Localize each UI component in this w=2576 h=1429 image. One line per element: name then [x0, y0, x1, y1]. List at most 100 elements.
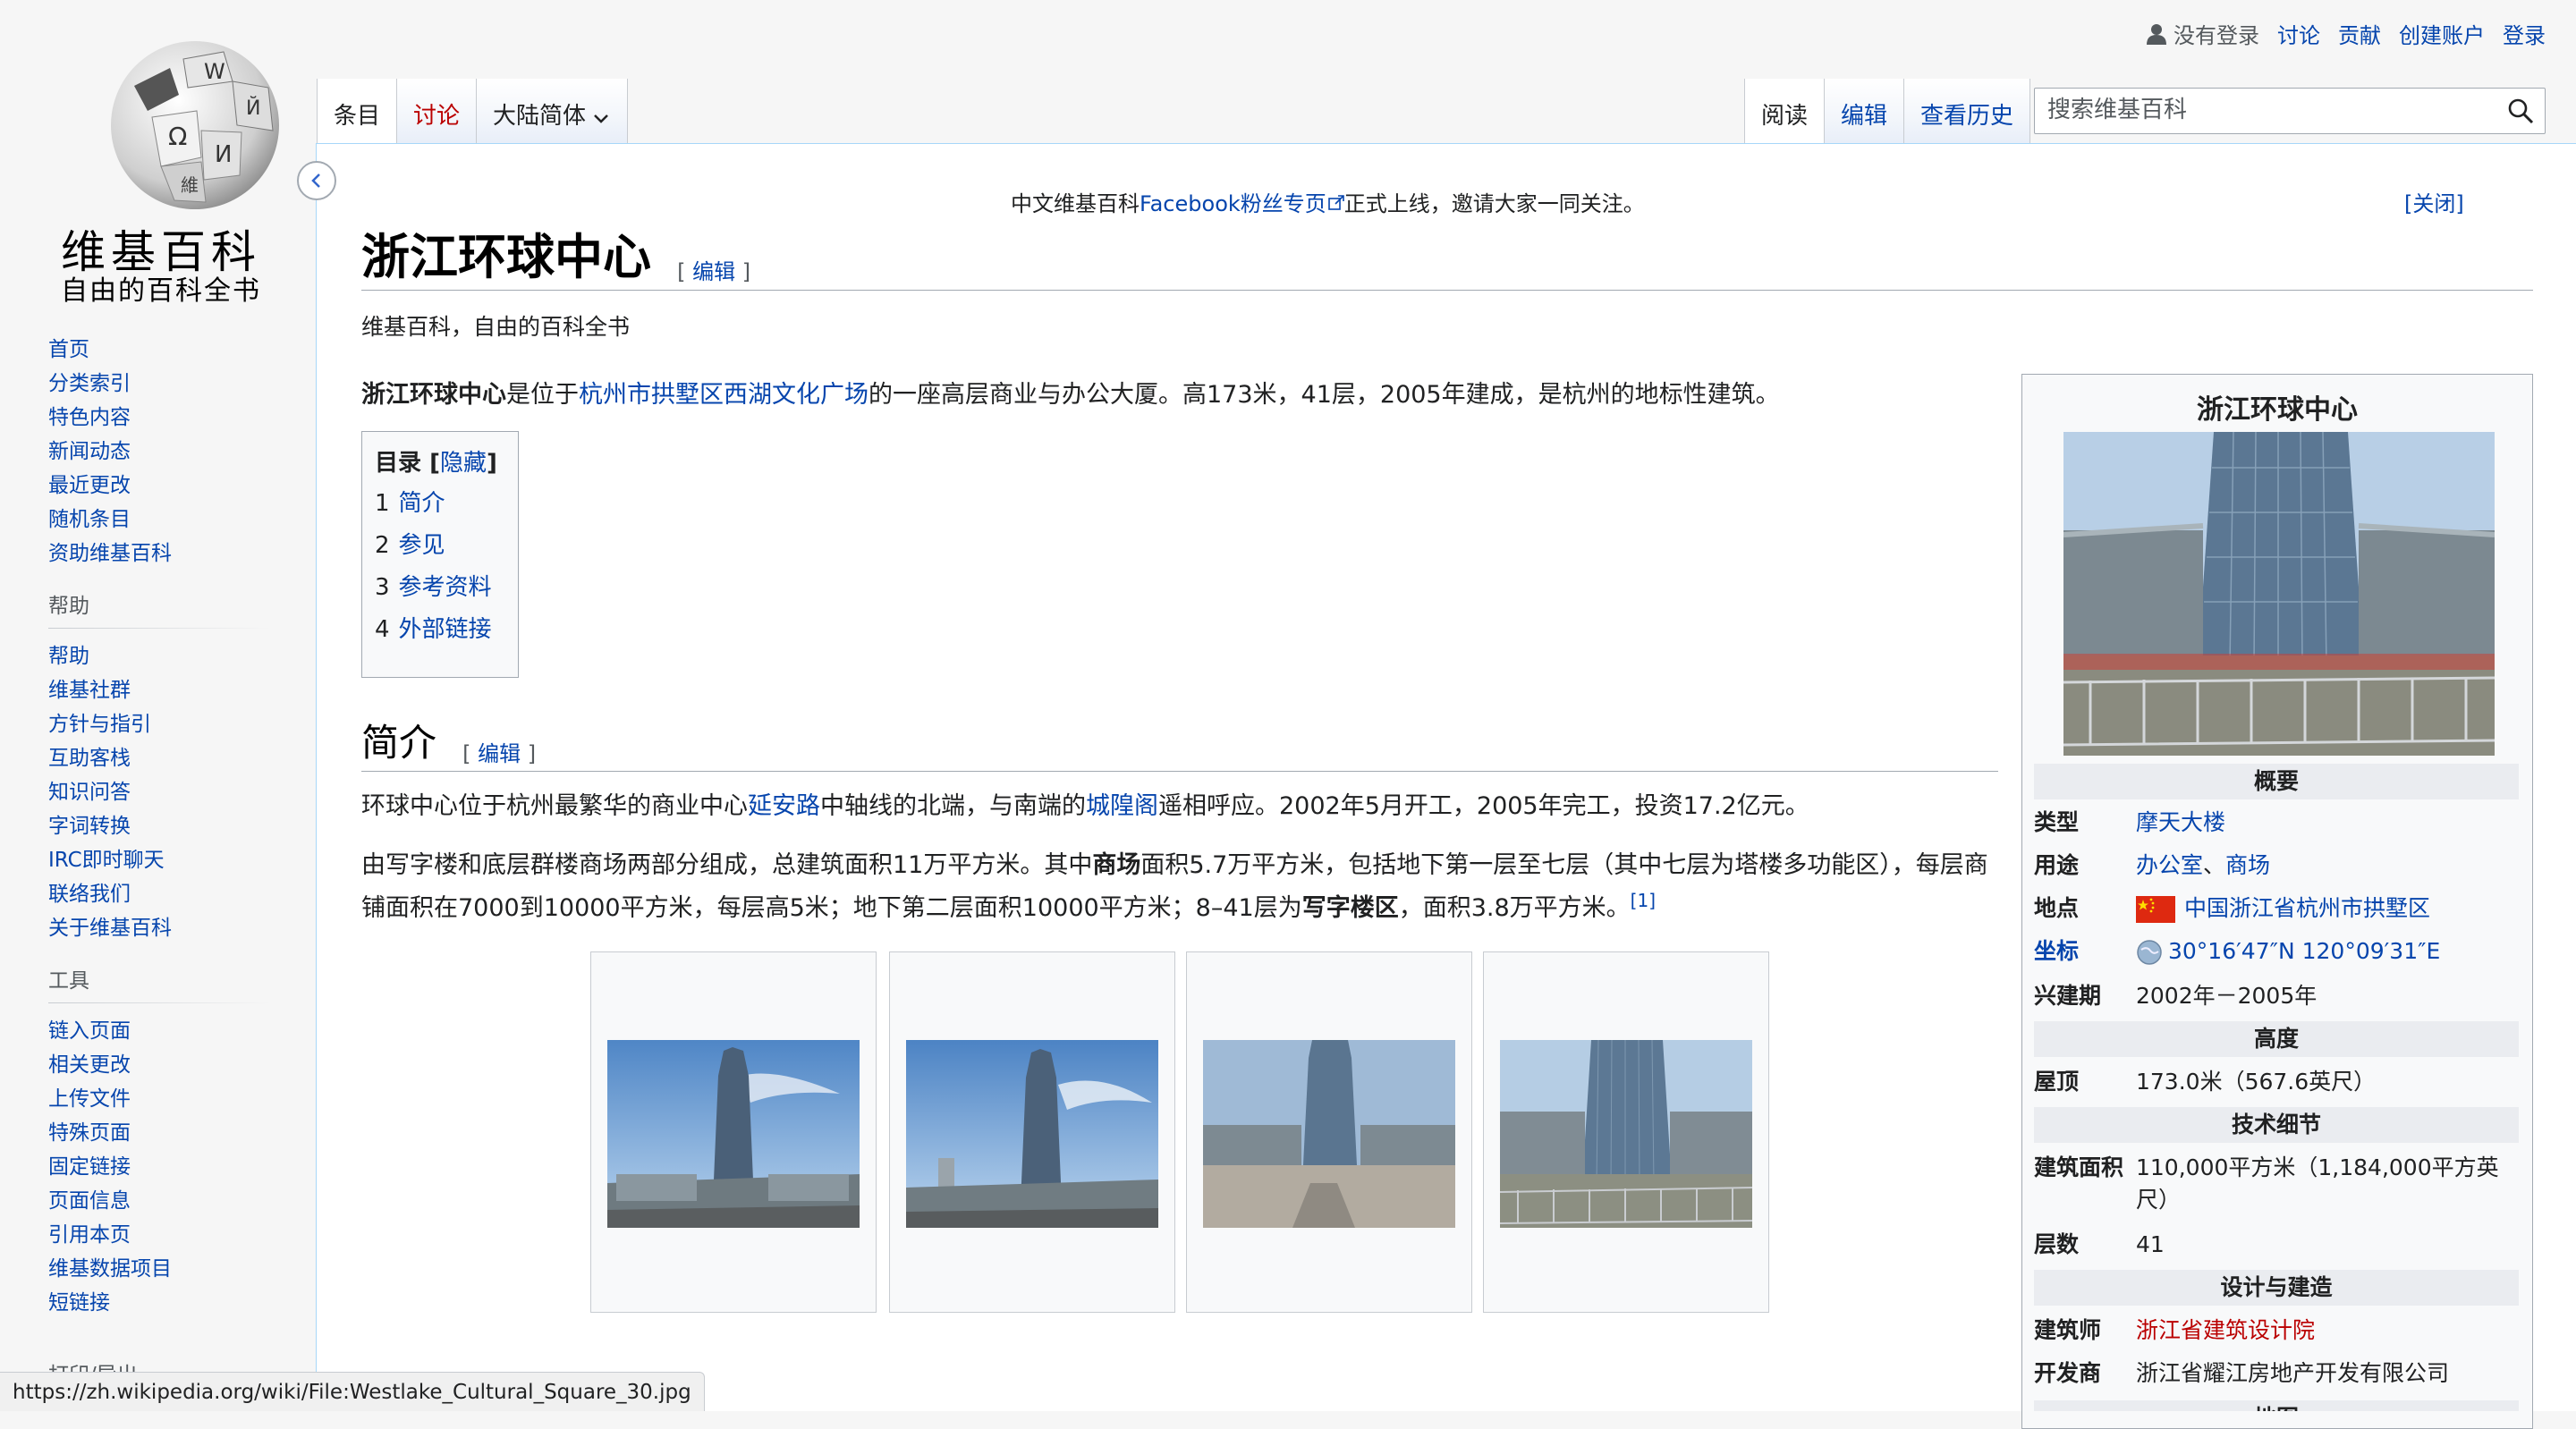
section-edit-section: [ 编辑 ] [462, 741, 537, 766]
tab-talk[interactable]: 讨论 [397, 79, 478, 143]
toc-link[interactable]: 参考资料 [399, 574, 492, 601]
infobox-label: 类型 [2034, 809, 2080, 835]
sidebar-item-short-url[interactable]: 短链接 [48, 1286, 272, 1320]
sidebar-item-permalink[interactable]: 固定链接 [48, 1150, 272, 1184]
architect-link[interactable]: 浙江省建筑设计院 [2136, 1317, 2315, 1343]
contributions-link[interactable]: 贡献 [2338, 18, 2381, 49]
sidebar-item-policies[interactable]: 方针与指引 [48, 707, 272, 741]
sidebar-item-help[interactable]: 帮助 [48, 639, 272, 673]
floors-value: 41 [2136, 1231, 2165, 1257]
lead-text-1: 是位于 [506, 381, 579, 409]
external-link-icon [1327, 195, 1344, 210]
sidebar-heading-tools: 工具 [48, 969, 89, 993]
sidebar-item-categories[interactable]: 分类索引 [48, 367, 272, 401]
sidebar-item-donate[interactable]: 资助维基百科 [48, 537, 272, 571]
logo-tagline: 自由的百科全书 [61, 275, 261, 307]
location-link[interactable]: 中国浙江省杭州市拱墅区 [2184, 895, 2430, 921]
svg-text:И: И [215, 141, 232, 168]
gallery-item[interactable] [1186, 951, 1472, 1313]
sidebar-heading-help: 帮助 [48, 595, 89, 618]
sidebar-item-news[interactable]: 新闻动态 [48, 435, 272, 469]
toc-link[interactable]: 简介 [399, 490, 445, 517]
gallery-item[interactable] [1483, 951, 1769, 1313]
sidebar-item-featured[interactable]: 特色内容 [48, 401, 272, 435]
infobox-label: 建筑师 [2034, 1317, 2102, 1343]
notice-facebook-link[interactable]: Facebook粉丝专页 [1140, 191, 1344, 216]
sidebar-item-community[interactable]: 维基社群 [48, 673, 272, 707]
sidebar-collapse-button[interactable] [297, 161, 336, 200]
sidebar-item-related-changes[interactable]: 相关更改 [48, 1048, 272, 1082]
view-tabs: 阅读 编辑 查看历史 [1744, 79, 2031, 143]
toc-item[interactable]: 1 简介 [375, 483, 518, 525]
toc-item[interactable]: 3 参考资料 [375, 567, 518, 609]
sidebar-item-conversion[interactable]: 字词转换 [48, 809, 272, 843]
create-account-link[interactable]: 创建账户 [2399, 18, 2485, 49]
login-link[interactable]: 登录 [2503, 18, 2546, 49]
sidebar-item-random[interactable]: 随机条目 [48, 503, 272, 537]
toc-item[interactable]: 4 外部链接 [375, 609, 518, 651]
search-icon[interactable] [2507, 97, 2534, 124]
sidebar-item-special-pages[interactable]: 特殊页面 [48, 1116, 272, 1150]
mall-link[interactable]: 商场 [2225, 852, 2270, 878]
section-edit-link[interactable]: 编辑 [478, 741, 521, 766]
sidebar-item-contact[interactable]: 联络我们 [48, 877, 272, 911]
sidebar-item-page-info[interactable]: 页面信息 [48, 1184, 272, 1218]
toc-link[interactable]: 外部链接 [399, 616, 492, 643]
gallery-item[interactable] [889, 951, 1175, 1313]
search-input[interactable] [2035, 89, 2507, 131]
text: 由写字楼和底层群楼商场两部分组成，总建筑面积11万平方米。其中 [361, 851, 1093, 879]
tower-photo-image[interactable] [1203, 1040, 1455, 1228]
lead-paragraph: 浙江环球中心是位于杭州市拱墅区西湖文化广场的一座高层商业与办公大厦。高173米，… [361, 377, 1780, 413]
infobox-photo-image[interactable] [2063, 432, 2495, 756]
infobox-section-design: 设计与建造 [2034, 1270, 2519, 1306]
gallery-item[interactable] [590, 951, 877, 1313]
sidebar-item-main-page[interactable]: 首页 [48, 333, 272, 367]
user-status-text: 没有登录 [2174, 23, 2259, 48]
yanan-road-link[interactable]: 延安路 [748, 792, 820, 820]
anonymous-user: 没有登录 [2147, 18, 2259, 49]
tab-edit[interactable]: 编辑 [1825, 79, 1905, 143]
coordinates-link[interactable]: 30°16′47″N 120°09′31″E [2168, 938, 2440, 964]
coordinates-label-link[interactable]: 坐标 [2034, 935, 2132, 968]
china-flag-icon [2136, 896, 2175, 923]
globe-icon [2137, 940, 2162, 965]
skyscraper-link[interactable]: 摩天大楼 [2136, 809, 2225, 835]
svg-text:維: 維 [181, 174, 199, 196]
toc-title: 目录 [375, 450, 422, 477]
variant-dropdown[interactable]: 大陆简体 [477, 79, 629, 143]
reference-link[interactable]: [1] [1631, 890, 1656, 911]
wikipedia-logo[interactable]: W Ω Й И 維 维基百科 自由的百科全书 [36, 18, 286, 307]
office-link[interactable]: 办公室 [2136, 852, 2203, 878]
text: ，面积3.8万平方米。 [1398, 894, 1631, 922]
tab-history[interactable]: 查看历史 [1904, 79, 2031, 143]
sidebar-item-what-links-here[interactable]: 链入页面 [48, 1014, 272, 1048]
tower-photo-image[interactable] [1500, 1040, 1752, 1228]
sidebar-item-upload[interactable]: 上传文件 [48, 1082, 272, 1116]
sidebar-item-recent-changes[interactable]: 最近更改 [48, 469, 272, 503]
title-edit-link[interactable]: 编辑 [692, 259, 735, 284]
toc-number: 3 [375, 574, 390, 601]
site-tagline: 维基百科，自由的百科全书 [361, 314, 631, 340]
tower-photo-image[interactable] [906, 1040, 1158, 1228]
infobox-title: 浙江环球中心 [2197, 394, 2358, 426]
toc-link[interactable]: 参见 [399, 532, 445, 559]
talk-link[interactable]: 讨论 [2277, 18, 2320, 49]
infobox-label: 建筑面积 [2034, 1154, 2124, 1180]
sidebar-item-irc[interactable]: IRC即时聊天 [48, 843, 272, 877]
sidebar-item-qa[interactable]: 知识问答 [48, 775, 272, 809]
chenghuang-pavilion-link[interactable]: 城隍阁 [1086, 792, 1158, 820]
sidebar-item-wikidata[interactable]: 维基数据项目 [48, 1252, 272, 1286]
tab-article[interactable]: 条目 [318, 79, 398, 143]
close-notice-button[interactable]: [关闭] [2404, 186, 2464, 217]
toc-item[interactable]: 2 参见 [375, 525, 518, 567]
roof-value: 173.0米（567.6英尺） [2136, 1069, 2377, 1095]
tab-read[interactable]: 阅读 [1745, 79, 1826, 143]
sidebar-help: 帮助 维基社群 方针与指引 互助客栈 知识问答 字词转换 IRC即时聊天 联络我… [48, 639, 272, 945]
sidebar-item-cite[interactable]: 引用本页 [48, 1218, 272, 1252]
toc-hide-link[interactable]: 隐藏 [440, 450, 487, 477]
sidebar-item-about[interactable]: 关于维基百科 [48, 911, 272, 945]
sidebar-item-village-pump[interactable]: 互助客栈 [48, 741, 272, 775]
tower-photo-image[interactable] [607, 1040, 860, 1228]
lead-location-link[interactable]: 杭州市拱墅区西湖文化广场 [579, 381, 869, 409]
infobox-label: 开发商 [2034, 1360, 2102, 1386]
